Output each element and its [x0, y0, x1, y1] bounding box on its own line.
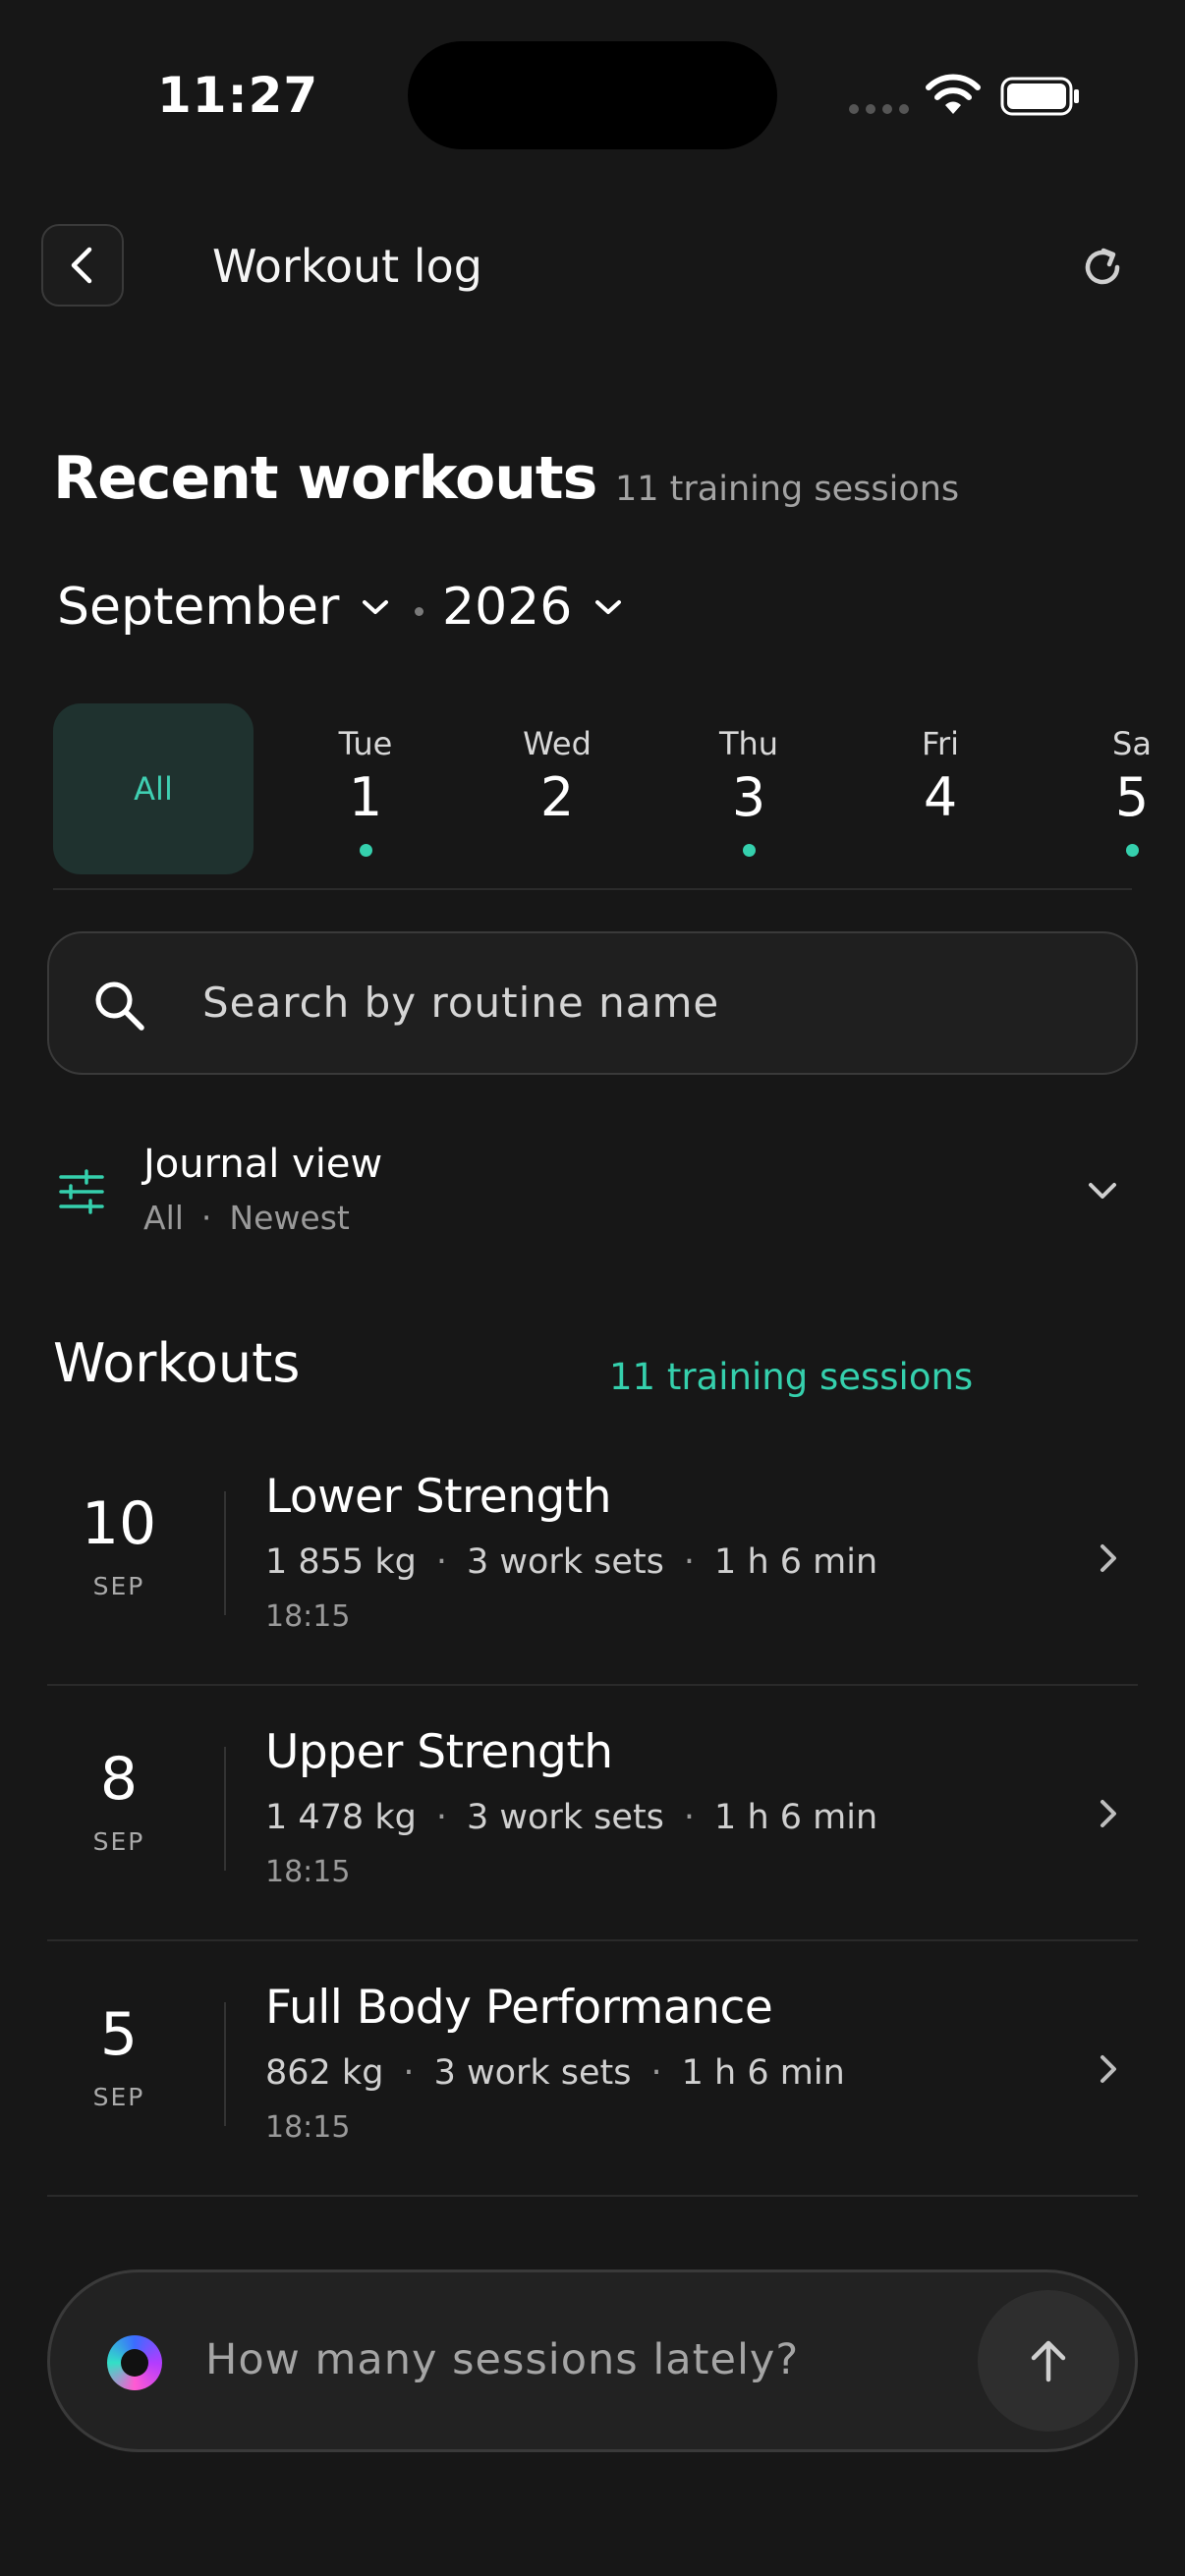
day-strip-divider: [53, 888, 1132, 890]
day-date: 2: [539, 766, 575, 828]
day-date: 3: [731, 766, 766, 828]
refresh-button[interactable]: [1073, 238, 1132, 297]
month-selector[interactable]: September: [57, 578, 390, 637]
workout-duration: 1 h 6 min: [714, 1542, 878, 1582]
arrow-up-icon: [1031, 2340, 1066, 2382]
workout-time: 18:15: [265, 2110, 351, 2145]
stat-separator: ·: [683, 1798, 696, 1837]
composer-placeholder: How many sessions lately?: [205, 2335, 800, 2384]
day-date: 4: [923, 766, 958, 828]
back-button[interactable]: [41, 224, 124, 307]
chevron-right-icon: [1100, 2055, 1116, 2083]
workout-volume: 862 kg: [265, 2053, 384, 2093]
wifi-icon: [926, 74, 981, 114]
send-button[interactable]: [978, 2290, 1119, 2432]
stat-separator: ·: [650, 2053, 662, 2093]
day-strip[interactable]: All Tue 1 Wed 2 Thu 3 Fri 4 Sa 5: [0, 703, 1185, 890]
row-divider: [224, 1747, 226, 1871]
journal-view-subtitle: All · Newest: [143, 1199, 350, 1237]
search-icon: [95, 981, 144, 1031]
selector-separator-dot: [415, 607, 423, 616]
chevron-right-icon: [1100, 1544, 1116, 1572]
workout-date-day: 10: [81, 1489, 157, 1558]
workout-stats: 1 855 kg · 3 work sets · 1 h 6 min: [265, 1542, 877, 1582]
workout-date-month: SEP: [92, 1827, 145, 1856]
day-name: Thu: [718, 725, 779, 762]
sliders-icon: [59, 1169, 104, 1214]
workout-sets: 3 work sets: [466, 1798, 664, 1837]
day-chip[interactable]: Tue 1: [307, 725, 424, 857]
battery-icon: [1000, 77, 1079, 116]
chevron-down-icon: [595, 600, 622, 614]
stat-separator: ·: [435, 1798, 447, 1837]
day-chip-all[interactable]: All: [53, 703, 254, 874]
chevron-right-icon: [1100, 1800, 1116, 1827]
workout-volume: 1 855 kg: [265, 1542, 417, 1582]
workouts-count: 11 training sessions: [609, 1356, 974, 1398]
workout-date-day: 5: [99, 2000, 139, 2069]
workout-indicator-dot: [1125, 844, 1139, 857]
year-selector[interactable]: 2026: [442, 578, 623, 637]
day-name: Tue: [338, 725, 393, 762]
workout-date-month: SEP: [92, 1572, 145, 1600]
day-name: Sa: [1112, 725, 1152, 762]
workout-stats: 862 kg · 3 work sets · 1 h 6 min: [265, 2053, 845, 2093]
day-chip[interactable]: Fri 4: [881, 725, 999, 828]
workout-name: Full Body Performance: [265, 1981, 773, 2035]
workout-row[interactable]: 10 SEP Lower Strength 1 855 kg · 3 work …: [47, 1430, 1138, 1686]
chevron-left-icon: [71, 247, 92, 284]
stat-separator: ·: [683, 1542, 696, 1582]
refresh-icon: [1085, 248, 1120, 285]
stat-separator: ·: [435, 1542, 447, 1582]
workout-row[interactable]: 5 SEP Full Body Performance 862 kg · 3 w…: [47, 1941, 1138, 2197]
page-title: Workout log: [212, 240, 482, 293]
ask-composer[interactable]: How many sessions lately?: [47, 2269, 1138, 2452]
month-label: September: [57, 578, 340, 637]
workout-name: Upper Strength: [265, 1725, 613, 1779]
journal-separator: ·: [200, 1199, 212, 1237]
workout-date-day: 8: [99, 1745, 139, 1814]
day-date: 1: [348, 766, 383, 828]
workout-time: 18:15: [265, 1855, 351, 1889]
workout-indicator-dot: [742, 844, 756, 857]
status-time: 11:27: [157, 67, 319, 124]
search-input[interactable]: Search by routine name: [47, 931, 1138, 1075]
workout-indicator-dot: [359, 844, 372, 857]
day-name: Wed: [523, 725, 592, 762]
journal-sort: Newest: [229, 1199, 350, 1237]
stat-separator: ·: [403, 2053, 415, 2093]
workout-sets: 3 work sets: [466, 1542, 664, 1582]
cellular-signal-icon: [849, 104, 909, 114]
workout-duration: 1 h 6 min: [714, 1798, 878, 1837]
journal-filter: All: [143, 1199, 184, 1237]
dynamic-island: [408, 41, 777, 149]
journal-view-toggle[interactable]: Journal view All · Newest: [53, 1138, 1134, 1246]
workout-stats: 1 478 kg · 3 work sets · 1 h 6 min: [265, 1798, 877, 1837]
recent-workouts-title: Recent workouts: [53, 444, 597, 513]
workout-row[interactable]: 8 SEP Upper Strength 1 478 kg · 3 work s…: [47, 1686, 1138, 1941]
workout-sets: 3 work sets: [433, 2053, 632, 2093]
row-divider: [224, 2002, 226, 2126]
chevron-down-icon: [1089, 1183, 1116, 1199]
workouts-title: Workouts: [53, 1332, 301, 1394]
workout-time: 18:15: [265, 1599, 351, 1634]
year-label: 2026: [442, 578, 573, 637]
day-chip[interactable]: Sa 5: [1073, 725, 1185, 857]
recent-sessions-count: 11 training sessions: [615, 470, 960, 509]
workout-date-month: SEP: [92, 2083, 145, 2111]
day-chip[interactable]: Thu 3: [690, 725, 808, 857]
workout-name: Lower Strength: [265, 1470, 612, 1524]
row-divider: [224, 1491, 226, 1615]
workout-volume: 1 478 kg: [265, 1798, 417, 1837]
chevron-down-icon: [363, 600, 389, 614]
day-name: Fri: [921, 725, 960, 762]
journal-view-title: Journal view: [143, 1142, 383, 1187]
day-chip[interactable]: Wed 2: [498, 725, 616, 828]
assistant-orb-icon: [107, 2335, 162, 2390]
workout-duration: 1 h 6 min: [681, 2053, 845, 2093]
day-date: 5: [1114, 766, 1150, 828]
search-placeholder: Search by routine name: [202, 979, 720, 1027]
